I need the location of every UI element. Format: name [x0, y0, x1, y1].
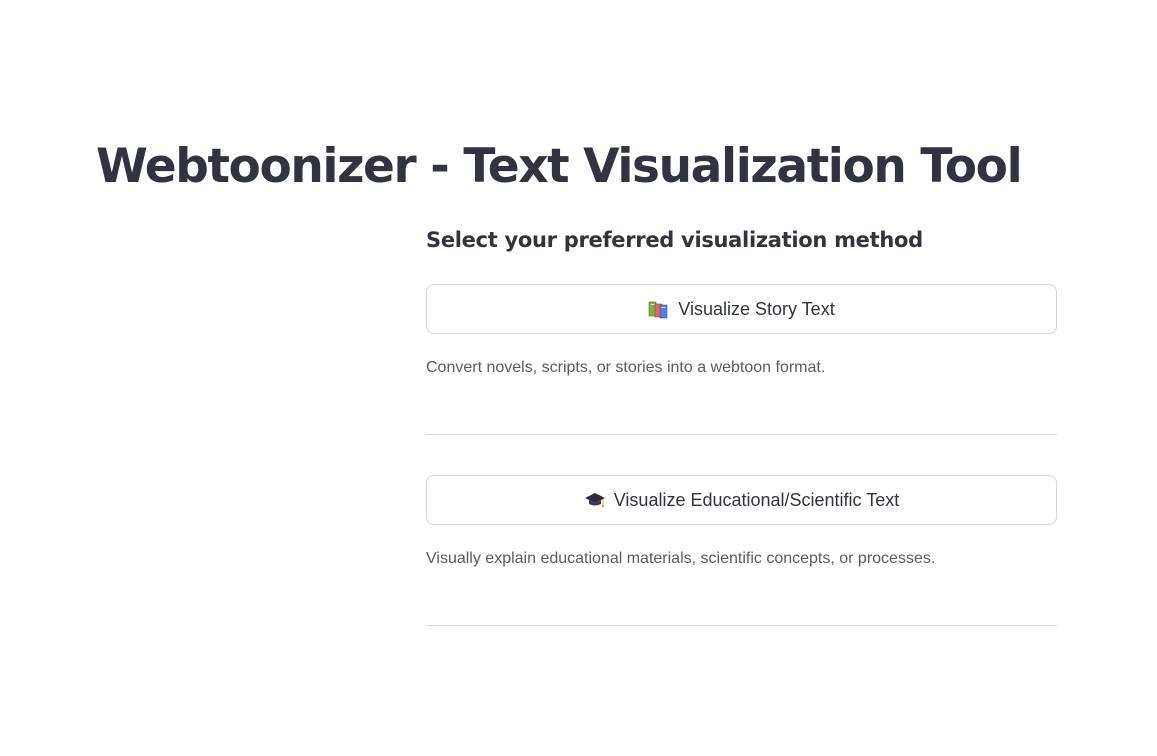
option-educational: Visualize Educational/Scientific Text Vi… [426, 475, 1057, 626]
story-description: Convert novels, scripts, or stories into… [426, 359, 826, 376]
section-heading: Select your preferred visualization meth… [426, 228, 923, 252]
visualize-story-button[interactable]: Visualize Story Text [426, 284, 1057, 334]
divider [426, 434, 1057, 435]
visualize-educational-label: Visualize Educational/Scientific Text [613, 489, 900, 510]
option-story: Visualize Story Text Convert novels, scr… [426, 284, 1057, 435]
app-page: Webtoonizer - Text Visualization Tool Se… [0, 0, 1157, 756]
visualize-educational-button[interactable]: Visualize Educational/Scientific Text [426, 475, 1057, 525]
visualize-story-label: Visualize Story Text [678, 298, 835, 319]
books-icon [648, 299, 670, 319]
educational-description: Visually explain educational materials, … [426, 550, 936, 567]
graduation-cap-icon [584, 490, 606, 510]
divider [426, 625, 1057, 626]
page-title: Webtoonizer - Text Visualization Tool [96, 139, 1023, 194]
main-content: Select your preferred visualization meth… [426, 224, 1057, 626]
